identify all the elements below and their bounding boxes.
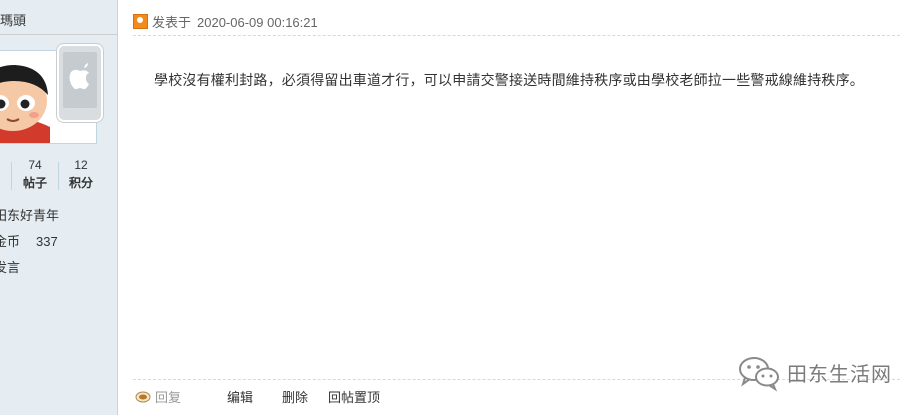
reply-button[interactable]: 回复 — [135, 387, 181, 406]
posted-label: 发表于 — [152, 15, 192, 30]
coin-value: 337 — [36, 234, 58, 249]
send-message-link[interactable]: 发言 — [0, 257, 20, 276]
stat-item[interactable] — [0, 158, 12, 160]
reply-icon — [135, 391, 151, 403]
delete-button[interactable]: 删除 — [282, 387, 308, 406]
post-timestamp: 2020-06-09 00:16:21 — [197, 15, 318, 30]
stat-posts[interactable]: 74 帖子 — [20, 158, 50, 191]
post-header: 发表于 2020-06-09 00:16:21 — [133, 12, 318, 31]
username-link[interactable]: 瑪頭 — [0, 13, 26, 28]
post-content: 學校沒有權利封路，必須得留出車道才行，可以申請交警接送時間維持秩序或由學校老師拉… — [154, 72, 864, 88]
online-status-icon — [133, 14, 148, 29]
edit-button[interactable]: 编辑 — [227, 387, 253, 406]
mobile-phone-badge — [57, 44, 103, 122]
user-coins: 金币 337 — [0, 231, 58, 250]
user-group[interactable]: 田东好青年 — [0, 205, 59, 224]
wechat-icon — [739, 357, 779, 392]
stat-points-label: 积分 — [68, 176, 93, 190]
user-sidebar: 瑪頭 74 帖子 12 积分 田东好青年 金币 337 发言 — [0, 0, 118, 415]
stat-posts-label: 帖子 — [22, 176, 47, 190]
stat-posts-value: 74 — [28, 158, 42, 172]
coin-label: 金币 — [0, 234, 21, 249]
reply-label: 回复 — [155, 390, 182, 405]
avatar-image — [0, 57, 56, 143]
stat-points[interactable]: 12 积分 — [66, 158, 96, 191]
apple-icon — [69, 63, 89, 90]
stat-points-value: 12 — [74, 158, 88, 172]
pin-reply-button[interactable]: 回帖置顶 — [328, 387, 380, 406]
divider — [0, 34, 117, 35]
user-stats: 74 帖子 12 积分 — [0, 158, 117, 192]
watermark-text: 田东生活网 — [787, 364, 892, 386]
divider — [133, 35, 900, 36]
